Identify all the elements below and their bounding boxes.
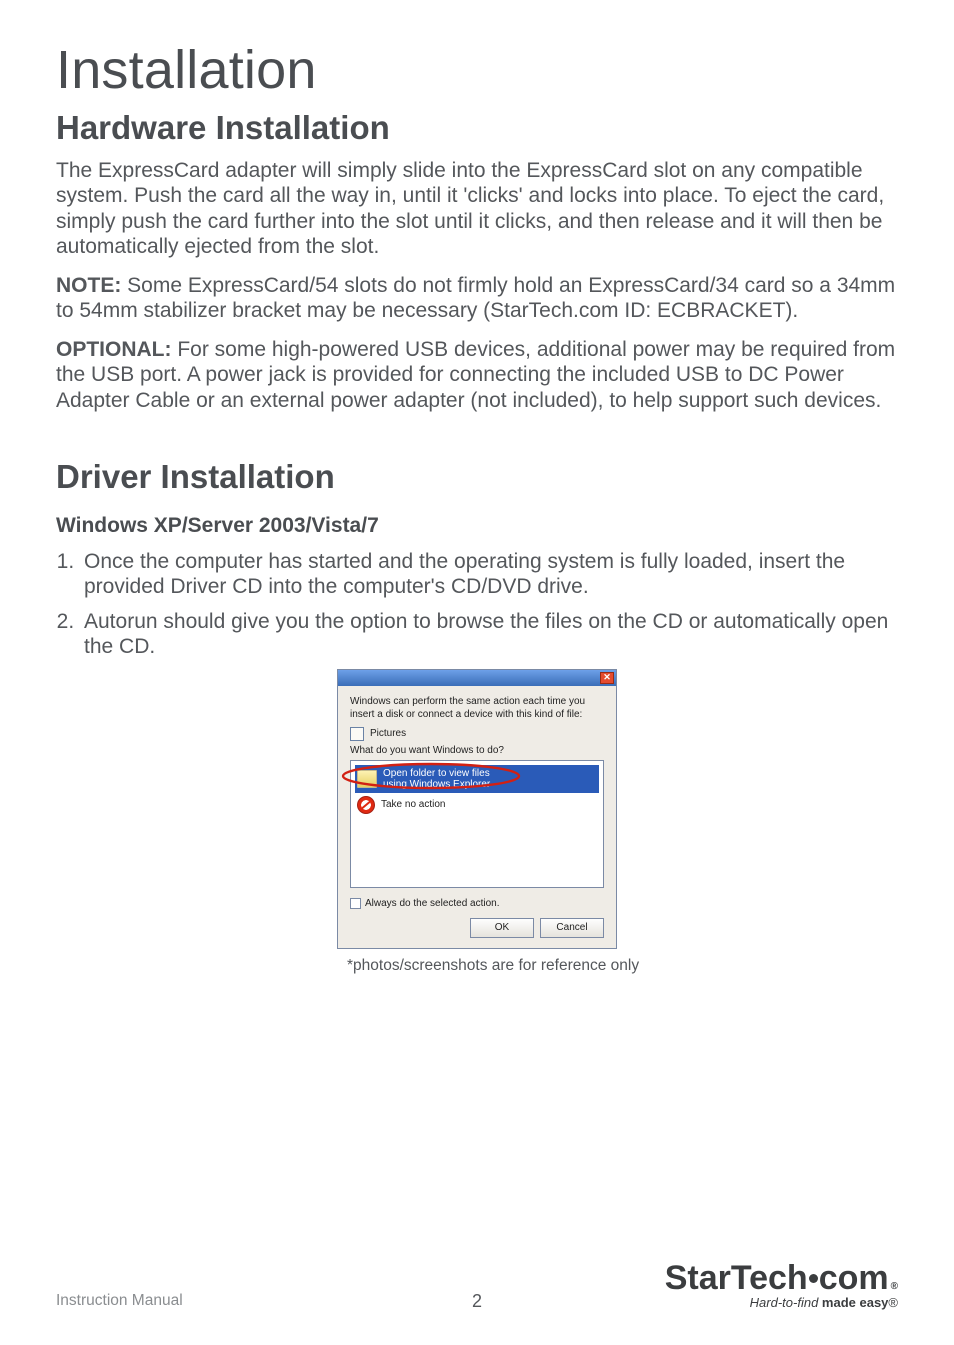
note-text: Some ExpressCard/54 slots do not firmly … xyxy=(56,274,895,322)
cancel-button: Cancel xyxy=(540,918,604,938)
logo-dot-icon xyxy=(809,1274,818,1283)
startech-logo: StarTechcom® Hard-to-find made easy® xyxy=(665,1263,898,1311)
paragraph-optional: OPTIONAL: For some high-powered USB devi… xyxy=(56,337,898,413)
pictures-icon xyxy=(350,727,364,741)
close-icon: ✕ xyxy=(600,672,614,684)
list-item: Once the computer has started and the op… xyxy=(80,549,898,599)
screenshot-caption: *photos/screenshots are for reference on… xyxy=(337,957,657,976)
footer-doc-label: Instruction Manual xyxy=(56,1292,183,1311)
dialog-options-list: Open folder to view files using Windows … xyxy=(350,760,604,888)
dialog-buttons: OK Cancel xyxy=(350,918,604,938)
heading-windows: Windows XP/Server 2003/Vista/7 xyxy=(56,513,898,539)
always-do-checkbox-row: Always do the selected action. xyxy=(350,898,604,910)
option-open-folder: Open folder to view files using Windows … xyxy=(355,765,599,793)
option-open-folder-text: Open folder to view files using Windows … xyxy=(383,768,490,790)
dialog-titlebar: ✕ xyxy=(338,670,616,686)
option-take-no-action-text: Take no action xyxy=(381,799,446,810)
page-number: 2 xyxy=(472,1291,482,1313)
dialog-window: ✕ Windows can perform the same action ea… xyxy=(337,669,617,948)
page-footer: Instruction Manual 2 StarTechcom® Hard-t… xyxy=(56,1263,898,1311)
option-take-no-action: Take no action xyxy=(355,793,599,817)
optional-label: OPTIONAL: xyxy=(56,338,172,361)
folder-icon xyxy=(357,770,377,788)
dialog-legend: What do you want Windows to do? xyxy=(350,745,604,757)
heading-driver-installation: Driver Installation xyxy=(56,457,898,497)
optional-text: For some high-powered USB devices, addit… xyxy=(56,338,895,411)
steps-list: Once the computer has started and the op… xyxy=(56,549,898,660)
logo-tagline: Hard-to-find made easy® xyxy=(665,1295,898,1311)
list-item: Autorun should give you the option to br… xyxy=(80,609,898,659)
media-label: Pictures xyxy=(370,728,406,740)
note-label: NOTE: xyxy=(56,274,121,297)
checkbox-label: Always do the selected action. xyxy=(365,898,500,910)
heading-hardware-installation: Hardware Installation xyxy=(56,108,898,148)
autoplay-dialog-screenshot: ✕ Windows can perform the same action ea… xyxy=(337,669,617,975)
page-title: Installation xyxy=(56,38,898,104)
no-action-icon xyxy=(357,796,375,814)
paragraph-note: NOTE: Some ExpressCard/54 slots do not f… xyxy=(56,273,898,323)
logo-wordmark: StarTechcom® xyxy=(665,1263,898,1294)
dialog-media-row: Pictures xyxy=(350,727,604,741)
dialog-message: Windows can perform the same action each… xyxy=(350,696,604,721)
ok-button: OK xyxy=(470,918,534,938)
checkbox-icon xyxy=(350,898,361,909)
dialog-body: Windows can perform the same action each… xyxy=(338,686,616,947)
paragraph-intro: The ExpressCard adapter will simply slid… xyxy=(56,158,898,259)
